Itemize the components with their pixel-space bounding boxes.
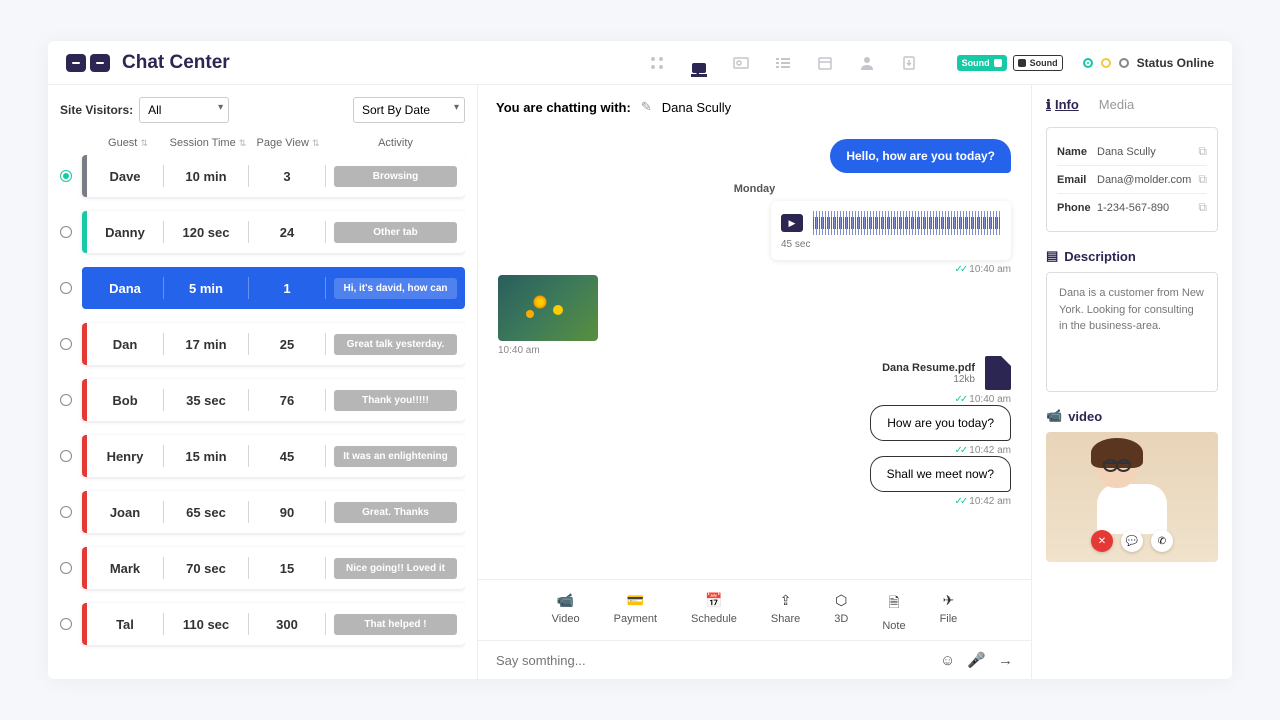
nav-user-icon[interactable] bbox=[859, 55, 875, 71]
chat-image-message: 10:40 am bbox=[498, 275, 598, 356]
visitor-row[interactable]: Dan17 min25Great talk yesterday. bbox=[60, 323, 465, 365]
read-checks-icon: ✓✓ bbox=[955, 445, 966, 456]
copy-icon[interactable]: ⧉ bbox=[1198, 172, 1207, 187]
tool-file[interactable]: ✈File bbox=[940, 592, 958, 632]
tool-note[interactable]: 🗎Note bbox=[882, 592, 905, 632]
visitor-radio[interactable] bbox=[60, 562, 72, 574]
video-end-button[interactable]: ✕ bbox=[1091, 530, 1113, 552]
tab-info[interactable]: ℹInfo bbox=[1046, 97, 1079, 113]
nav-calendar-icon[interactable] bbox=[817, 55, 833, 71]
tool-schedule[interactable]: 📅Schedule bbox=[691, 592, 737, 632]
visitor-row[interactable]: Danny120 sec24Other tab bbox=[60, 211, 465, 253]
video-icon: 📹 bbox=[1046, 408, 1062, 424]
visitors-filter[interactable]: All bbox=[139, 97, 229, 123]
chat-panel: You are chatting with: ✎ Dana Scully Hel… bbox=[478, 85, 1032, 679]
visitors-header: Guest ⇅ Session Time ⇅ Page View ⇅ Activ… bbox=[60, 133, 465, 155]
chat-toolbar: 📹Video 💳Payment 📅Schedule ⇪Share ⬡3D 🗎No… bbox=[478, 579, 1031, 640]
copy-icon[interactable]: ⧉ bbox=[1198, 144, 1207, 159]
visitor-row[interactable]: Tal110 sec300That helped ! bbox=[60, 603, 465, 645]
tool-payment[interactable]: 💳Payment bbox=[614, 592, 657, 632]
tab-media[interactable]: Media bbox=[1099, 97, 1134, 113]
nav-grid-icon[interactable] bbox=[649, 55, 665, 71]
sound-on-toggle[interactable]: Sound bbox=[957, 55, 1007, 71]
read-checks-icon: ✓✓ bbox=[955, 264, 966, 275]
visitor-radio[interactable] bbox=[60, 226, 72, 238]
chat-contact-name: Dana Scully bbox=[662, 100, 731, 115]
description-text[interactable]: Dana is a customer from New York. Lookin… bbox=[1046, 272, 1218, 392]
visitor-radio[interactable] bbox=[60, 170, 72, 182]
app-logo bbox=[66, 54, 110, 72]
chat-message: How are you today? ✓✓ 10:42 am bbox=[870, 405, 1011, 456]
play-button[interactable]: ▶ bbox=[781, 214, 803, 232]
visitor-row[interactable]: Dave10 min3Browsing bbox=[60, 155, 465, 197]
send-icon: ✈ bbox=[943, 592, 955, 609]
nav-chat-icon[interactable] bbox=[691, 61, 707, 77]
file-icon[interactable] bbox=[985, 356, 1011, 390]
visitor-radio[interactable] bbox=[60, 394, 72, 406]
share-icon: ⇪ bbox=[780, 592, 792, 609]
visitor-row[interactable]: Joan65 sec90Great. Thanks bbox=[60, 491, 465, 533]
visitor-row[interactable]: Dana5 min1Hi, it's david, how can bbox=[60, 267, 465, 309]
audio-waveform[interactable] bbox=[813, 211, 1001, 235]
visitor-radio[interactable] bbox=[60, 506, 72, 518]
tool-video[interactable]: 📹Video bbox=[552, 592, 580, 632]
status-dot-online[interactable] bbox=[1083, 58, 1093, 68]
status-indicator[interactable] bbox=[1083, 58, 1129, 68]
visitor-row[interactable]: Henry15 min45It was an enlightening bbox=[60, 435, 465, 477]
visitors-label: Site Visitors: bbox=[60, 103, 133, 117]
read-checks-icon: ✓✓ bbox=[955, 496, 966, 507]
status-dot-offline[interactable] bbox=[1119, 58, 1129, 68]
status-label: Status Online bbox=[1137, 56, 1214, 70]
mic-icon[interactable]: 🎤 bbox=[967, 651, 986, 669]
send-arrow-icon[interactable]: → bbox=[998, 652, 1013, 669]
nav-contact-icon[interactable] bbox=[733, 55, 749, 71]
contact-info-card: NameDana Scully⧉ EmailDana@molder.com⧉ P… bbox=[1046, 127, 1218, 232]
video-preview: ✕ 💬 ✆ bbox=[1046, 432, 1218, 562]
video-call-button[interactable]: ✆ bbox=[1151, 530, 1173, 552]
topbar: Chat Center Sound bbox=[48, 41, 1232, 85]
visitor-radio[interactable] bbox=[60, 618, 72, 630]
sound-off-toggle[interactable]: Sound bbox=[1013, 55, 1063, 71]
status-dot-away[interactable] bbox=[1101, 58, 1111, 68]
visitors-sidebar: Site Visitors: All Sort By Date Guest ⇅ … bbox=[48, 85, 478, 679]
calendar-icon: 📅 bbox=[705, 592, 722, 609]
read-checks-icon: ✓✓ bbox=[955, 394, 966, 405]
visitor-radio[interactable] bbox=[60, 450, 72, 462]
chat-header: You are chatting with: ✎ Dana Scully bbox=[478, 85, 1031, 129]
visitor-radio[interactable] bbox=[60, 282, 72, 294]
tool-share[interactable]: ⇪Share bbox=[771, 592, 800, 632]
info-panel: ℹInfo Media NameDana Scully⧉ EmailDana@m… bbox=[1032, 85, 1232, 679]
note-icon: 🗎 bbox=[888, 592, 899, 616]
sort-select[interactable]: Sort By Date bbox=[353, 97, 465, 123]
video-icon: 📹 bbox=[557, 592, 574, 609]
image-thumbnail[interactable] bbox=[498, 275, 598, 341]
emoji-icon[interactable]: ☺ bbox=[940, 652, 955, 669]
chat-message: Shall we meet now? ✓✓ 10:42 am bbox=[870, 456, 1011, 507]
chat-audio-message: ▶ 45 sec ✓✓ 10:40 am bbox=[771, 201, 1011, 275]
chat-message: Hello, how are you today? bbox=[830, 139, 1011, 173]
nav-list-icon[interactable] bbox=[775, 55, 791, 71]
payment-icon: 💳 bbox=[627, 592, 644, 609]
day-separator: Monday bbox=[498, 183, 1011, 195]
description-icon: ▤ bbox=[1046, 248, 1058, 264]
visitors-list: Dave10 min3Browsing Danny120 sec24Other t… bbox=[60, 155, 465, 679]
nav-download-icon[interactable] bbox=[901, 55, 917, 71]
info-icon: ℹ bbox=[1046, 97, 1051, 112]
visitor-row[interactable]: Bob35 sec76Thank you!!!!! bbox=[60, 379, 465, 421]
visitor-radio[interactable] bbox=[60, 338, 72, 350]
chat-file-message: Dana Resume.pdf 12kb ✓✓ 10:40 am bbox=[882, 356, 1011, 405]
video-chat-button[interactable]: 💬 bbox=[1121, 530, 1143, 552]
edit-icon[interactable]: ✎ bbox=[641, 99, 652, 115]
message-input[interactable] bbox=[496, 653, 928, 668]
tool-3d[interactable]: ⬡3D bbox=[834, 592, 848, 632]
chat-input-row: ☺ 🎤 → bbox=[478, 640, 1031, 679]
cube-icon: ⬡ bbox=[835, 592, 847, 609]
copy-icon[interactable]: ⧉ bbox=[1198, 200, 1207, 215]
app-title: Chat Center bbox=[122, 52, 230, 74]
visitor-row[interactable]: Mark70 sec15Nice going!! Loved it bbox=[60, 547, 465, 589]
